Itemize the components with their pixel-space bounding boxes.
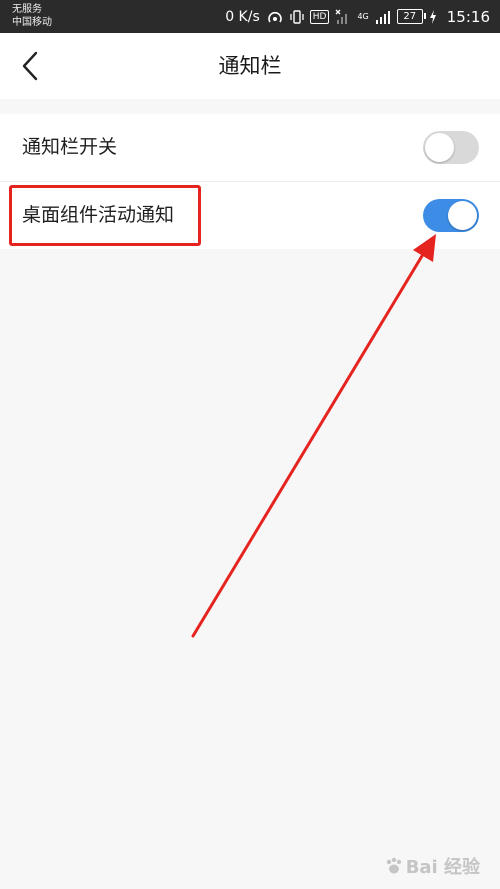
paw-icon [386, 857, 401, 874]
annotation-arrow [191, 234, 436, 638]
watermark: Bai 经验 [384, 853, 480, 879]
watermark-text: Bai 经验 [405, 857, 480, 878]
